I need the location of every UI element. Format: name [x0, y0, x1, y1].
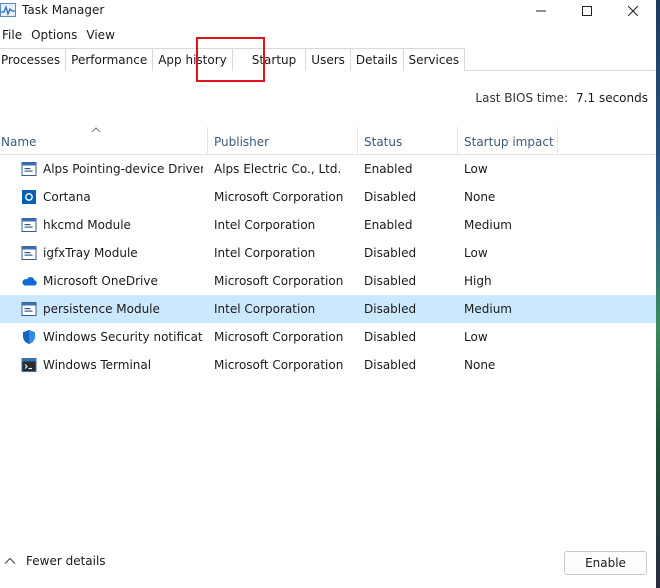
row-status: Enabled	[364, 162, 413, 176]
close-button[interactable]	[610, 0, 656, 22]
app-window-icon	[21, 302, 37, 316]
row-publisher: Microsoft Corporation	[214, 330, 344, 344]
terminal-icon	[21, 358, 37, 372]
table-row[interactable]: Windows Terminal Microsoft Corporation D…	[0, 351, 656, 379]
menu-file[interactable]: File	[0, 26, 29, 44]
row-impact: Low	[464, 246, 488, 260]
column-header-startup-impact[interactable]: Startup impact	[458, 127, 558, 155]
bios-value: 7.1 seconds	[576, 91, 648, 105]
row-name: Cortana	[43, 190, 91, 204]
app-window-icon	[21, 162, 37, 176]
app-window-icon	[21, 218, 37, 232]
close-icon	[628, 6, 638, 16]
row-impact: None	[464, 190, 496, 204]
shield-icon	[23, 330, 35, 344]
menu-bar: File Options View	[0, 26, 122, 44]
tab-processes[interactable]: Processes	[0, 48, 67, 71]
tab-performance[interactable]: Performance	[66, 48, 154, 71]
minimize-icon	[536, 10, 546, 12]
table-row[interactable]: igfxTray Module Intel Corporation Disabl…	[0, 239, 656, 267]
menu-options[interactable]: Options	[29, 26, 84, 44]
row-publisher: Microsoft Corporation	[214, 274, 344, 288]
minimize-button[interactable]	[518, 0, 564, 22]
last-bios-time: Last BIOS time: 7.1 seconds	[475, 91, 648, 105]
row-name: igfxTray Module	[43, 246, 138, 260]
row-impact: Low	[464, 162, 488, 176]
row-publisher: Intel Corporation	[214, 302, 316, 316]
fewer-details-toggle[interactable]: Fewer details	[4, 554, 106, 568]
row-status: Disabled	[364, 246, 417, 260]
maximize-button[interactable]	[564, 0, 610, 22]
row-publisher: Alps Electric Co., Ltd.	[214, 162, 342, 176]
row-impact: Low	[464, 330, 488, 344]
row-name: persistence Module	[43, 302, 160, 316]
row-impact: Medium	[464, 218, 512, 232]
table-header: Name Publisher Status Startup impact	[0, 127, 656, 155]
row-name: Windows Terminal	[43, 358, 152, 372]
row-impact: High	[464, 274, 492, 288]
row-status: Disabled	[364, 190, 417, 204]
row-publisher: Intel Corporation	[214, 246, 316, 260]
window-title: Task Manager	[22, 3, 105, 17]
row-status: Disabled	[364, 358, 417, 372]
row-publisher: Microsoft Corporation	[214, 358, 344, 372]
table-row[interactable]: hkcmd Module Intel Corporation Enabled M…	[0, 211, 656, 239]
column-header-name[interactable]: Name	[0, 127, 208, 155]
fewer-details-label: Fewer details	[26, 554, 106, 568]
tab-users[interactable]: Users	[306, 48, 351, 71]
chevron-up-icon	[4, 557, 16, 564]
row-status: Disabled	[364, 274, 417, 288]
row-publisher: Microsoft Corporation	[214, 190, 344, 204]
row-name: Windows Security notificati...	[43, 330, 203, 344]
tab-services[interactable]: Services	[403, 48, 466, 71]
row-impact: Medium	[464, 302, 512, 316]
desktop-background-edge	[656, 0, 660, 588]
table-row[interactable]: Alps Pointing-device Driver Alps Electri…	[0, 155, 656, 183]
table-row[interactable]: Cortana Microsoft Corporation Disabled N…	[0, 183, 656, 211]
row-status: Disabled	[364, 330, 417, 344]
table-row[interactable]: Windows Security notificati... Microsoft…	[0, 323, 656, 351]
task-manager-icon	[0, 3, 16, 17]
cortana-icon	[22, 190, 36, 204]
tab-app-history[interactable]: App history	[153, 48, 233, 71]
column-header-publisher[interactable]: Publisher	[208, 127, 358, 155]
row-publisher: Intel Corporation	[214, 218, 316, 232]
task-manager-window: Task Manager File Options View Processes…	[0, 0, 660, 588]
column-header-status[interactable]: Status	[358, 127, 458, 155]
tab-details[interactable]: Details	[350, 48, 404, 71]
row-name: Microsoft OneDrive	[43, 274, 158, 288]
table-row[interactable]: Microsoft OneDrive Microsoft Corporation…	[0, 267, 656, 295]
bios-label: Last BIOS time:	[475, 91, 569, 105]
startup-list: Alps Pointing-device Driver Alps Electri…	[0, 155, 656, 379]
tab-startup[interactable]: Startup	[232, 48, 307, 71]
onedrive-cloud-icon	[22, 277, 37, 286]
row-name: Alps Pointing-device Driver	[43, 162, 203, 176]
row-status: Disabled	[364, 302, 417, 316]
app-window-icon	[21, 246, 37, 260]
enable-button[interactable]: Enable	[564, 551, 647, 575]
table-row-selected[interactable]: persistence Module Intel Corporation Dis…	[0, 295, 656, 323]
title-bar: Task Manager	[0, 0, 656, 22]
tab-strip: Processes Performance App history Startu…	[0, 48, 656, 71]
footer-bar: Fewer details Enable	[0, 548, 656, 578]
row-name: hkcmd Module	[43, 218, 131, 232]
menu-view[interactable]: View	[84, 26, 121, 44]
row-status: Enabled	[364, 218, 413, 232]
maximize-icon	[582, 6, 592, 16]
row-impact: None	[464, 358, 496, 372]
